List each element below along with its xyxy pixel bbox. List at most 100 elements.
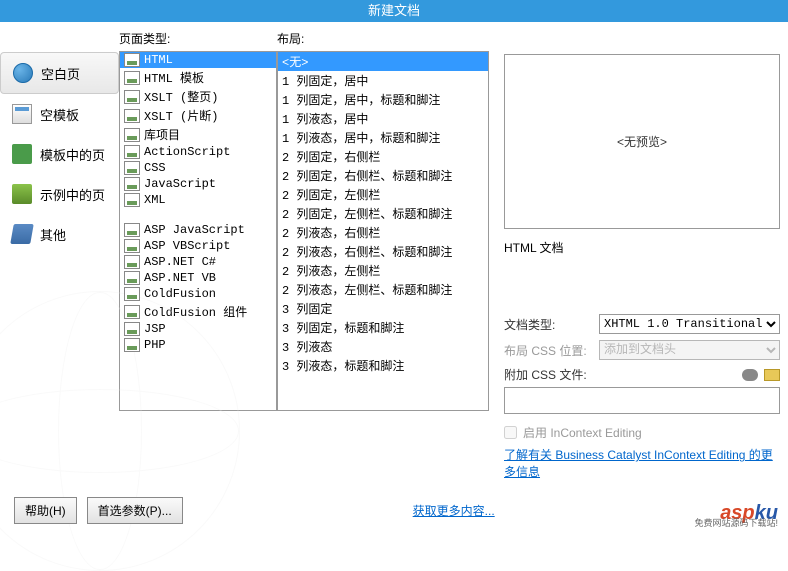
page-type-item[interactable]: CSS bbox=[120, 160, 276, 176]
layout-item[interactable]: 1 列固定，居中 bbox=[278, 71, 488, 90]
page-type-header: 页面类型: bbox=[119, 22, 277, 51]
list-item-label: 库项目 bbox=[144, 126, 180, 143]
footer: 帮助(H) 首选参数(P)... 获取更多内容... bbox=[0, 489, 788, 531]
incontext-info-link[interactable]: 了解有关 Business Catalyst InContext Editing… bbox=[504, 447, 780, 481]
page-type-item[interactable]: ColdFusion 组件 bbox=[120, 302, 276, 321]
main-area: 空白页 空模板 模板中的页 示例中的页 其他 页面类型: HTML HTML 模板… bbox=[0, 22, 788, 489]
layout-item[interactable]: 2 列固定，右侧栏、标题和脚注 bbox=[278, 166, 488, 185]
template-icon bbox=[12, 104, 32, 124]
css-attach-label: 附加 CSS 文件: bbox=[504, 366, 587, 383]
layout-item[interactable]: 2 列液态，左侧栏、标题和脚注 bbox=[278, 280, 488, 299]
left-nav: 空白页 空模板 模板中的页 示例中的页 其他 bbox=[0, 22, 119, 489]
link-css-icon[interactable] bbox=[742, 369, 758, 381]
nav-from-sample[interactable]: 示例中的页 bbox=[0, 174, 119, 214]
blank-page-icon bbox=[13, 63, 33, 83]
list-item-label: JavaScript bbox=[144, 177, 216, 191]
layout-item[interactable]: <无> bbox=[278, 52, 488, 71]
page-type-list[interactable]: HTML HTML 模板 XSLT (整页) XSLT (片断) 库项目ActionSc… bbox=[119, 51, 277, 411]
get-more-link[interactable]: 获取更多内容... bbox=[413, 502, 495, 519]
page-type-item[interactable]: ASP.NET C# bbox=[120, 254, 276, 270]
incontext-row: 启用 InContext Editing bbox=[504, 424, 780, 441]
layout-item[interactable]: 3 列固定 bbox=[278, 299, 488, 318]
file-icon bbox=[124, 90, 140, 104]
list-item-label: PHP bbox=[144, 338, 166, 352]
help-button[interactable]: 帮助(H) bbox=[14, 497, 77, 524]
page-type-item[interactable]: HTML 模板 bbox=[120, 68, 276, 87]
nav-blank-page[interactable]: 空白页 bbox=[0, 52, 119, 94]
layout-item[interactable]: 2 列液态，右侧栏、标题和脚注 bbox=[278, 242, 488, 261]
nav-other[interactable]: 其他 bbox=[0, 214, 119, 254]
prefs-button[interactable]: 首选参数(P)... bbox=[87, 497, 183, 524]
nav-blank-template[interactable]: 空模板 bbox=[0, 94, 119, 134]
nav-from-template[interactable]: 模板中的页 bbox=[0, 134, 119, 174]
doctype-row: 文档类型: XHTML 1.0 Transitional bbox=[504, 314, 780, 334]
file-icon bbox=[124, 255, 140, 269]
list-item-label: ColdFusion 组件 bbox=[144, 303, 247, 320]
list-item-label: XML bbox=[144, 193, 166, 207]
list-item-label: HTML bbox=[144, 53, 173, 67]
file-icon bbox=[124, 161, 140, 175]
doctype-select[interactable]: XHTML 1.0 Transitional bbox=[599, 314, 780, 334]
file-icon bbox=[124, 239, 140, 253]
nav-label: 空模板 bbox=[40, 105, 79, 124]
list-item-label: XSLT (整页) bbox=[144, 88, 218, 105]
layout-item[interactable]: 2 列液态，右侧栏 bbox=[278, 223, 488, 242]
watermark-subtitle: 免费网站源码下载站! bbox=[694, 516, 778, 529]
layout-item[interactable]: 3 列液态，标题和脚注 bbox=[278, 356, 488, 375]
page-type-item[interactable]: XSLT (整页) bbox=[120, 87, 276, 106]
layout-item[interactable]: 3 列液态 bbox=[278, 337, 488, 356]
incontext-checkbox bbox=[504, 426, 517, 439]
right-panel: <无预览> HTML 文档 文档类型: XHTML 1.0 Transition… bbox=[489, 22, 788, 489]
doctype-label: 文档类型: bbox=[504, 316, 599, 333]
file-icon bbox=[124, 305, 140, 319]
list-item-label: ASP VBScript bbox=[144, 239, 230, 253]
page-type-item[interactable]: ASP.NET VB bbox=[120, 270, 276, 286]
preview-placeholder: <无预览> bbox=[617, 133, 667, 150]
css-layout-select: 添加到文档头 bbox=[599, 340, 780, 360]
page-type-item[interactable]: 库项目 bbox=[120, 125, 276, 144]
page-type-item[interactable]: HTML bbox=[120, 52, 276, 68]
list-item-label: HTML 模板 bbox=[144, 69, 204, 86]
nav-label: 其他 bbox=[40, 225, 66, 244]
page-type-item[interactable]: ASP VBScript bbox=[120, 238, 276, 254]
nav-label: 空白页 bbox=[41, 64, 80, 83]
file-icon bbox=[124, 53, 140, 67]
file-icon bbox=[124, 109, 140, 123]
page-type-item[interactable]: ActionScript bbox=[120, 144, 276, 160]
file-icon bbox=[124, 145, 140, 159]
layout-header: 布局: bbox=[277, 22, 489, 51]
list-item-label: ASP JavaScript bbox=[144, 223, 245, 237]
other-icon bbox=[10, 224, 34, 244]
page-type-item[interactable]: JavaScript bbox=[120, 176, 276, 192]
layout-item[interactable]: 1 列液态，居中，标题和脚注 bbox=[278, 128, 488, 147]
folder-icon bbox=[12, 144, 32, 164]
list-item-label: ColdFusion bbox=[144, 287, 216, 301]
file-icon bbox=[124, 193, 140, 207]
page-type-item[interactable]: ColdFusion bbox=[120, 286, 276, 302]
file-icon bbox=[124, 177, 140, 191]
incontext-label: 启用 InContext Editing bbox=[523, 424, 642, 441]
page-type-item[interactable]: JSP bbox=[120, 321, 276, 337]
page-type-item[interactable]: XSLT (片断) bbox=[120, 106, 276, 125]
page-type-item[interactable]: ASP JavaScript bbox=[120, 222, 276, 238]
layout-column: 布局: <无>1 列固定，居中1 列固定，居中，标题和脚注1 列液态，居中1 列… bbox=[277, 22, 489, 489]
page-type-item[interactable]: PHP bbox=[120, 337, 276, 353]
file-icon bbox=[124, 71, 140, 85]
layout-item[interactable]: 2 列液态，左侧栏 bbox=[278, 261, 488, 280]
layout-item[interactable]: 2 列固定，右侧栏 bbox=[278, 147, 488, 166]
browse-css-icon[interactable] bbox=[764, 369, 780, 381]
layout-item[interactable]: 2 列固定，左侧栏、标题和脚注 bbox=[278, 204, 488, 223]
layout-list[interactable]: <无>1 列固定，居中1 列固定，居中，标题和脚注1 列液态，居中1 列液态，居… bbox=[277, 51, 489, 411]
layout-item[interactable]: 1 列固定，居中，标题和脚注 bbox=[278, 90, 488, 109]
css-attach-list[interactable] bbox=[504, 387, 780, 414]
page-type-item[interactable]: XML bbox=[120, 192, 276, 208]
nav-label: 模板中的页 bbox=[40, 145, 105, 164]
layout-item[interactable]: 2 列固定，左侧栏 bbox=[278, 185, 488, 204]
file-icon bbox=[124, 287, 140, 301]
layout-item[interactable]: 1 列液态，居中 bbox=[278, 109, 488, 128]
file-icon bbox=[124, 338, 140, 352]
layout-item[interactable]: 3 列固定，标题和脚注 bbox=[278, 318, 488, 337]
list-item-label: XSLT (片断) bbox=[144, 107, 218, 124]
nav-label: 示例中的页 bbox=[40, 185, 105, 204]
list-item-label: CSS bbox=[144, 161, 166, 175]
